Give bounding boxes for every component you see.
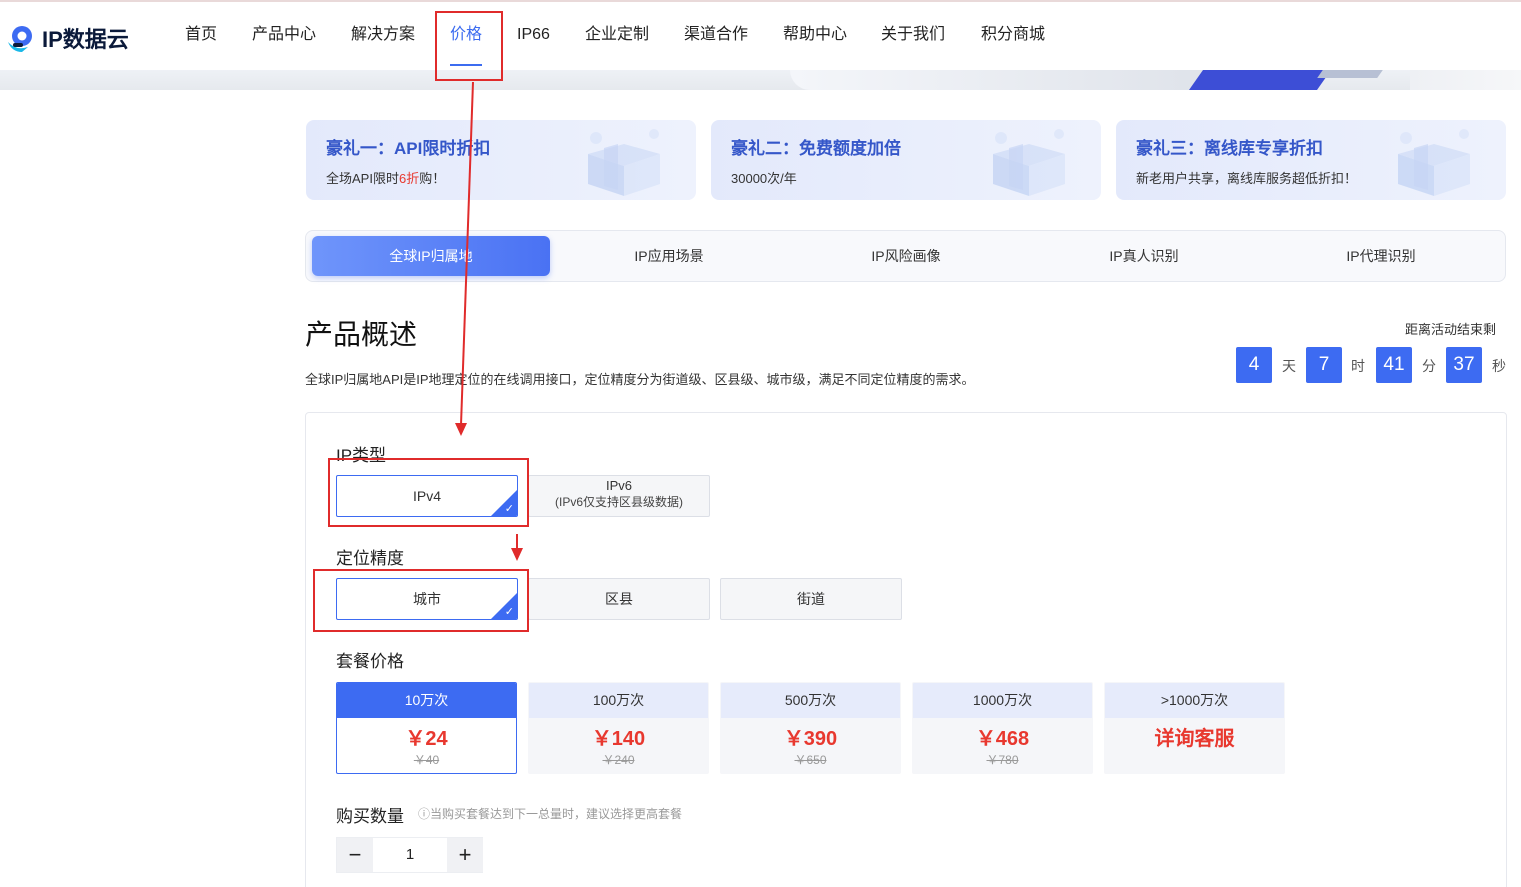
annotation-arrows bbox=[455, 81, 523, 561]
arrow-head bbox=[455, 423, 467, 436]
arrow-head bbox=[511, 548, 523, 561]
arrow-line bbox=[460, 81, 474, 426]
pricing-page: IP数据云 首页 产品中心 解决方案 价格 IP66 企业定制 渠道合作 帮助中… bbox=[0, 0, 1521, 887]
